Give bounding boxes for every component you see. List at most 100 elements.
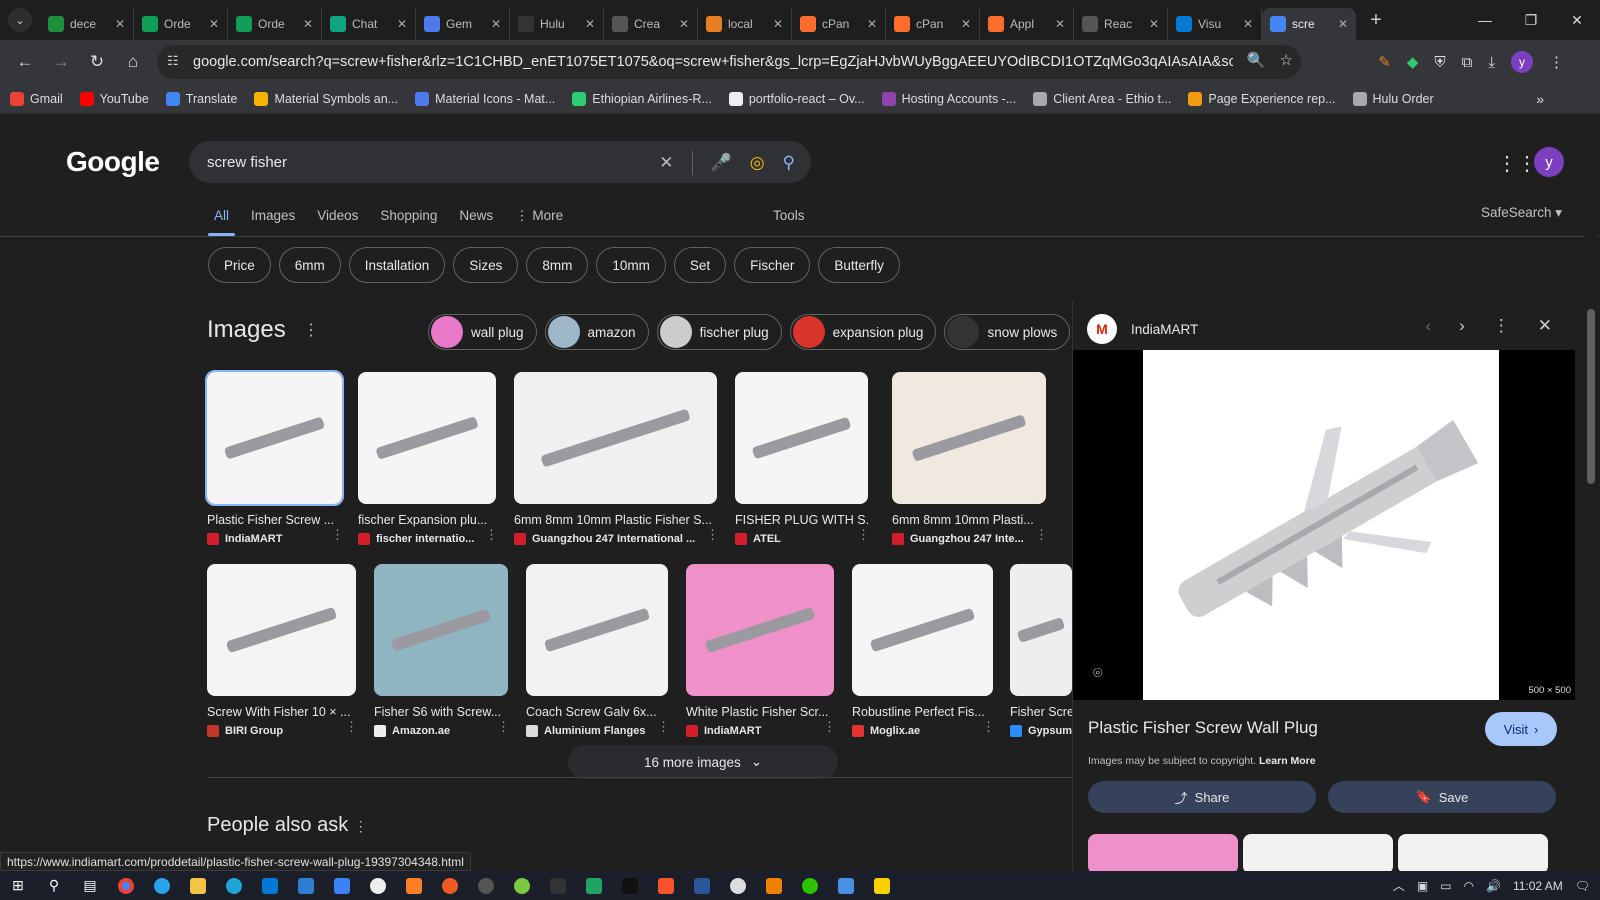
close-icon[interactable]: ✕ [1538, 316, 1552, 336]
browser-tab[interactable]: Orde ✕ [228, 8, 322, 40]
related-image[interactable] [1243, 834, 1393, 871]
google-logo[interactable]: Google [66, 146, 160, 178]
result-thumbnail[interactable] [852, 564, 993, 696]
google-apps-icon[interactable]: ⋮⋮ [1497, 151, 1537, 176]
chrome-menu-icon[interactable]: ⋮ [1549, 53, 1564, 71]
browser-tab[interactable]: Reac ✕ [1074, 8, 1168, 40]
image-result[interactable]: Plastic Fisher Screw ... IndiaMART ⋮ [205, 370, 344, 545]
bookmark-item[interactable]: Ethiopian Airlines-R... [572, 91, 712, 106]
clear-icon[interactable]: ✕ [659, 153, 673, 173]
sticky-notes-taskbar-icon[interactable] [864, 871, 900, 900]
browser-tab[interactable]: Orde ✕ [134, 8, 228, 40]
result-thumbnail[interactable] [735, 372, 868, 504]
search-nav-tab[interactable]: Images [251, 208, 295, 224]
app-taskbar-icon[interactable] [720, 871, 756, 900]
close-tab-icon[interactable]: ✕ [303, 17, 313, 31]
close-tab-icon[interactable]: ✕ [491, 17, 501, 31]
related-search-chip[interactable]: expansion plug [789, 314, 937, 350]
filter-chip[interactable]: Installation [348, 247, 446, 283]
brave-taskbar-icon[interactable] [648, 871, 684, 900]
bookmark-star-icon[interactable]: ☆ [1280, 51, 1293, 69]
lens-search-icon[interactable]: ⌾ [1093, 665, 1103, 683]
close-tab-icon[interactable]: ✕ [209, 17, 219, 31]
result-menu-icon[interactable]: ⋮ [657, 719, 670, 735]
panel-menu-icon[interactable]: ⋮ [1493, 316, 1510, 336]
bookmark-item[interactable]: Page Experience rep... [1188, 91, 1336, 106]
browser-tab[interactable]: dece ✕ [40, 8, 134, 40]
notifications-icon[interactable]: 🗨 [1575, 879, 1590, 893]
related-image[interactable] [1398, 834, 1548, 871]
next-icon[interactable]: › [1459, 316, 1465, 336]
prev-icon[interactable]: ‹ [1425, 316, 1431, 336]
result-thumbnail[interactable] [374, 564, 508, 696]
related-search-chip[interactable]: amazon [544, 314, 649, 350]
preview-title[interactable]: Plastic Fisher Screw Wall Plug [1088, 718, 1318, 738]
browser-tab[interactable]: local ✕ [698, 8, 792, 40]
new-tab-button[interactable]: + [1362, 6, 1390, 34]
result-menu-icon[interactable]: ⋮ [331, 527, 344, 543]
result-menu-icon[interactable]: ⋮ [485, 527, 498, 543]
image-result[interactable]: 6mm 8mm 10mm Plastic Fisher S... Guangzho… [514, 372, 719, 545]
scrollbar-thumb[interactable] [1587, 309, 1595, 484]
close-tab-icon[interactable]: ✕ [1149, 17, 1159, 31]
mic-icon[interactable]: 🎤 [711, 153, 732, 173]
filter-chip[interactable]: 8mm [526, 247, 589, 283]
bookmark-item[interactable]: YouTube [79, 91, 149, 106]
account-avatar[interactable]: y [1534, 147, 1564, 177]
browser-tab[interactable]: scre ✕ [1262, 8, 1356, 40]
file-explorer-taskbar-icon[interactable] [180, 871, 216, 900]
puzzle-extensions-icon[interactable]: ⧉ [1462, 54, 1473, 71]
close-tab-icon[interactable]: ✕ [773, 17, 783, 31]
page-scrollbar[interactable] [1584, 114, 1598, 871]
preview-image[interactable]: ⌾ 500 × 500 [1073, 350, 1575, 700]
bookmark-item[interactable]: Client Area - Ethio t... [1033, 91, 1171, 106]
search-icon[interactable]: ⚲ [783, 153, 795, 173]
related-search-chip[interactable]: snow plows [944, 314, 1071, 350]
result-menu-icon[interactable]: ⋮ [857, 527, 870, 543]
result-menu-icon[interactable]: ⋮ [345, 719, 358, 735]
close-tab-icon[interactable]: ✕ [679, 17, 689, 31]
zoom-icon[interactable]: 🔍 [1247, 51, 1266, 69]
pen-extension-icon[interactable]: ✎ [1378, 53, 1391, 71]
task-view-icon[interactable]: ▤ [72, 871, 108, 900]
mail-taskbar-icon[interactable] [324, 871, 360, 900]
filter-chip[interactable]: Fischer [734, 247, 811, 283]
profile-avatar[interactable]: y [1511, 51, 1533, 73]
minimize-icon[interactable]: — [1462, 0, 1508, 40]
browser-tab[interactable]: Crea ✕ [604, 8, 698, 40]
result-thumbnail[interactable] [686, 564, 834, 696]
filter-chip[interactable]: Price [208, 247, 271, 283]
filter-chip[interactable]: 6mm [278, 247, 341, 283]
search-nav-tab[interactable]: All [207, 208, 236, 236]
back-icon[interactable]: ← [8, 45, 42, 79]
image-result[interactable]: Fisher Scre Gypsum [1010, 564, 1072, 737]
related-search-chip[interactable]: fischer plug [656, 314, 782, 350]
bookmarks-overflow-icon[interactable]: » [1536, 91, 1544, 107]
address-bar[interactable]: ☷ google.com/search?q=screw+fisher&rlz=1… [157, 45, 1301, 79]
close-tab-icon[interactable]: ✕ [115, 17, 125, 31]
bookmark-item[interactable]: Gmail [10, 91, 63, 106]
clock[interactable]: 11:02 AM [1513, 879, 1563, 893]
learn-more-link[interactable]: Learn More [1259, 755, 1316, 767]
browser-tab[interactable]: Appl ✕ [980, 8, 1074, 40]
app-taskbar-icon[interactable] [828, 871, 864, 900]
close-tab-icon[interactable]: ✕ [1338, 17, 1348, 31]
filter-chip[interactable]: Sizes [453, 247, 519, 283]
image-result[interactable]: fischer Expansion plu... fischer internat… [358, 372, 498, 545]
result-menu-icon[interactable]: ⋮ [706, 527, 719, 543]
download-icon[interactable]: ⤓ [1488, 54, 1495, 71]
app-taskbar-icon[interactable] [360, 871, 396, 900]
close-tab-icon[interactable]: ✕ [961, 17, 971, 31]
battery-icon[interactable]: ▭ [1440, 879, 1451, 893]
reload-icon[interactable]: ↻ [80, 45, 114, 79]
image-result[interactable]: Coach Screw Galv 6x... Aluminium Flanges ⋮ [526, 564, 670, 737]
bookmark-item[interactable]: Hosting Accounts -... [881, 91, 1016, 106]
obs-taskbar-icon[interactable] [468, 871, 504, 900]
close-tab-icon[interactable]: ✕ [397, 17, 407, 31]
chrome-taskbar-icon[interactable] [108, 871, 144, 900]
lens-icon[interactable]: ◎ [750, 153, 765, 173]
image-result[interactable]: FISHER PLUG WITH S... ATEL ⋮ [735, 372, 870, 545]
restore-icon[interactable]: ❐ [1508, 0, 1554, 40]
search-input[interactable]: screw fisher ✕ 🎤 ◎ ⚲ [189, 141, 811, 183]
result-thumbnail[interactable] [1010, 564, 1072, 696]
